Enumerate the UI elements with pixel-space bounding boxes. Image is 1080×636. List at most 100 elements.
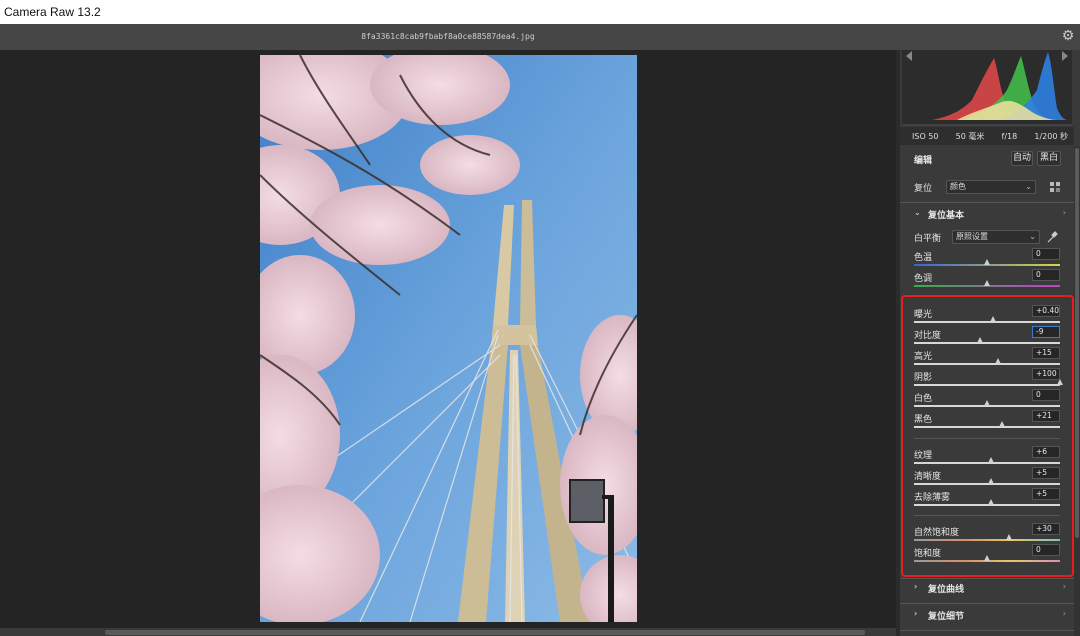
blacks-label: 黑色 xyxy=(914,415,933,425)
edit-title: 编辑 xyxy=(914,156,933,166)
blacks-value-field[interactable]: +21 xyxy=(1032,410,1060,422)
edit-panel: ISO 50 50 毫米 f/18 1/200 秒 编辑 自动 黑白 复位 颜色… xyxy=(900,50,1080,636)
texture-label: 纹理 xyxy=(914,451,933,461)
temp-label: 色温 xyxy=(914,253,933,263)
exposure-track[interactable] xyxy=(914,321,1060,323)
exposure-slider[interactable]: 曝光 +0.40 xyxy=(900,305,1074,325)
temp-value-field[interactable]: 0 xyxy=(1032,248,1060,260)
vibrance-slider[interactable]: 自然饱和度 +30 xyxy=(900,523,1074,543)
auto-button[interactable]: 自动 xyxy=(1011,151,1033,166)
profile-select[interactable]: 颜色 ⌄ xyxy=(946,180,1036,194)
viewer-scroll-thumb[interactable] xyxy=(105,630,865,635)
highlights-value-field[interactable]: +15 xyxy=(1032,347,1060,359)
detail-section-header[interactable]: › 复位细节 › xyxy=(900,609,1074,623)
contrast-track[interactable] xyxy=(914,342,1060,344)
dehaze-value-field[interactable]: +5 xyxy=(1032,488,1060,500)
texture-handle[interactable] xyxy=(988,457,995,463)
shadow-clip-icon[interactable] xyxy=(904,51,912,61)
tint-handle[interactable] xyxy=(984,280,990,286)
window-title: Camera Raw 13.2 xyxy=(0,0,1080,24)
bw-button[interactable]: 黑白 xyxy=(1037,151,1061,166)
contrast-slider[interactable]: 对比度 -9 xyxy=(900,326,1074,346)
gear-icon[interactable]: ⚙ xyxy=(1060,28,1076,44)
highlights-label: 高光 xyxy=(914,352,933,362)
contrast-label: 对比度 xyxy=(914,331,942,341)
shadows-label: 阴影 xyxy=(914,373,933,383)
exposure-value-field[interactable]: +0.40 xyxy=(1032,305,1060,317)
saturation-value-field[interactable]: 0 xyxy=(1032,544,1060,556)
wb-select[interactable]: 原照设置 ⌄ xyxy=(952,230,1040,244)
dehaze-slider[interactable]: 去除薄雾 +5 xyxy=(900,488,1074,508)
saturation-slider[interactable]: 饱和度 0 xyxy=(900,544,1074,564)
texture-value-field[interactable]: +6 xyxy=(1032,446,1060,458)
tint-label: 色调 xyxy=(914,274,933,284)
contrast-value-field[interactable]: -9 xyxy=(1032,326,1060,338)
vibrance-track[interactable] xyxy=(914,539,1060,541)
highlights-slider[interactable]: 高光 +15 xyxy=(900,347,1074,367)
top-toolbar: 8fa3361c8cab9fbabf8a0ce88587dea4.jpg ⚙ xyxy=(0,24,1080,50)
panel-scrollbar[interactable] xyxy=(1074,146,1080,636)
shadows-slider[interactable]: 阴影 +100 xyxy=(900,368,1074,388)
wb-value: 原照设置 xyxy=(956,232,988,241)
highlights-handle[interactable] xyxy=(994,358,1001,364)
shadows-value-field[interactable]: +100 xyxy=(1032,368,1060,380)
section-divider xyxy=(900,202,1074,203)
temp-handle[interactable] xyxy=(984,259,990,265)
chevron-right-icon: › xyxy=(1062,208,1066,217)
viewer-scrollbar[interactable] xyxy=(0,628,896,636)
chevron-right-icon: › xyxy=(914,582,918,591)
texture-track[interactable] xyxy=(914,462,1060,464)
chevron-right-icon: › xyxy=(1062,582,1066,591)
eyedropper-icon[interactable] xyxy=(1046,231,1058,243)
vibrance-label: 自然饱和度 xyxy=(914,528,960,538)
tint-value-field[interactable]: 0 xyxy=(1032,269,1060,281)
shadows-handle[interactable] xyxy=(1057,379,1063,385)
clarity-slider[interactable]: 清晰度 +5 xyxy=(900,467,1074,487)
panel-scroll-thumb[interactable] xyxy=(1075,148,1079,538)
vibrance-value-field[interactable]: +30 xyxy=(1032,523,1060,535)
histogram xyxy=(902,50,1072,126)
texture-slider[interactable]: 纹理 +6 xyxy=(900,446,1074,466)
shutter-value: 1/200 秒 xyxy=(1034,131,1068,141)
wb-label: 白平衡 xyxy=(914,234,942,244)
section-divider xyxy=(900,578,1074,579)
whites-value-field[interactable]: 0 xyxy=(1032,389,1060,401)
blacks-handle[interactable] xyxy=(999,421,1006,427)
section-divider xyxy=(900,630,1074,631)
profile-browser-icon[interactable] xyxy=(1050,182,1060,192)
basic-section-header[interactable]: ⌄ 复位基本 › xyxy=(900,208,1074,222)
aperture-value: f/18 xyxy=(1001,131,1018,141)
clarity-handle[interactable] xyxy=(987,478,994,484)
clarity-value-field[interactable]: +5 xyxy=(1032,467,1060,479)
curve-section-header[interactable]: › 复位曲线 › xyxy=(900,582,1074,596)
saturation-label: 饱和度 xyxy=(914,549,942,559)
exposure-handle[interactable] xyxy=(989,316,996,322)
clarity-label: 清晰度 xyxy=(914,472,942,482)
image-viewer[interactable] xyxy=(0,50,896,636)
chevron-right-icon: › xyxy=(914,609,918,618)
whites-handle[interactable] xyxy=(984,400,990,406)
blacks-slider[interactable]: 黑色 +21 xyxy=(900,410,1074,430)
blacks-track[interactable] xyxy=(914,426,1060,428)
exposure-label: 曝光 xyxy=(914,310,933,320)
whites-label: 白色 xyxy=(914,394,933,404)
shadows-track[interactable] xyxy=(914,384,1060,386)
section-divider xyxy=(900,603,1074,604)
highlight-clip-icon[interactable] xyxy=(1062,51,1070,61)
whites-slider[interactable]: 白色 0 xyxy=(900,389,1074,409)
histogram-graph xyxy=(902,52,1072,126)
tint-slider[interactable]: 色调 0 xyxy=(900,269,1074,289)
group-divider xyxy=(914,438,1060,439)
edit-header: 编辑 自动 黑白 xyxy=(900,151,1074,167)
highlights-track[interactable] xyxy=(914,363,1060,365)
profile-label: 复位 xyxy=(914,184,933,194)
contrast-handle[interactable] xyxy=(977,337,984,343)
photo-image xyxy=(260,55,637,622)
dehaze-handle[interactable] xyxy=(987,499,994,505)
temp-slider[interactable]: 色温 0 xyxy=(900,248,1074,268)
file-name: 8fa3361c8cab9fbabf8a0ce88587dea4.jpg xyxy=(361,32,535,41)
profile-value: 颜色 xyxy=(950,182,966,191)
chevron-down-icon: ⌄ xyxy=(1025,182,1032,191)
vibrance-handle[interactable] xyxy=(1005,534,1012,540)
saturation-handle[interactable] xyxy=(984,555,990,561)
